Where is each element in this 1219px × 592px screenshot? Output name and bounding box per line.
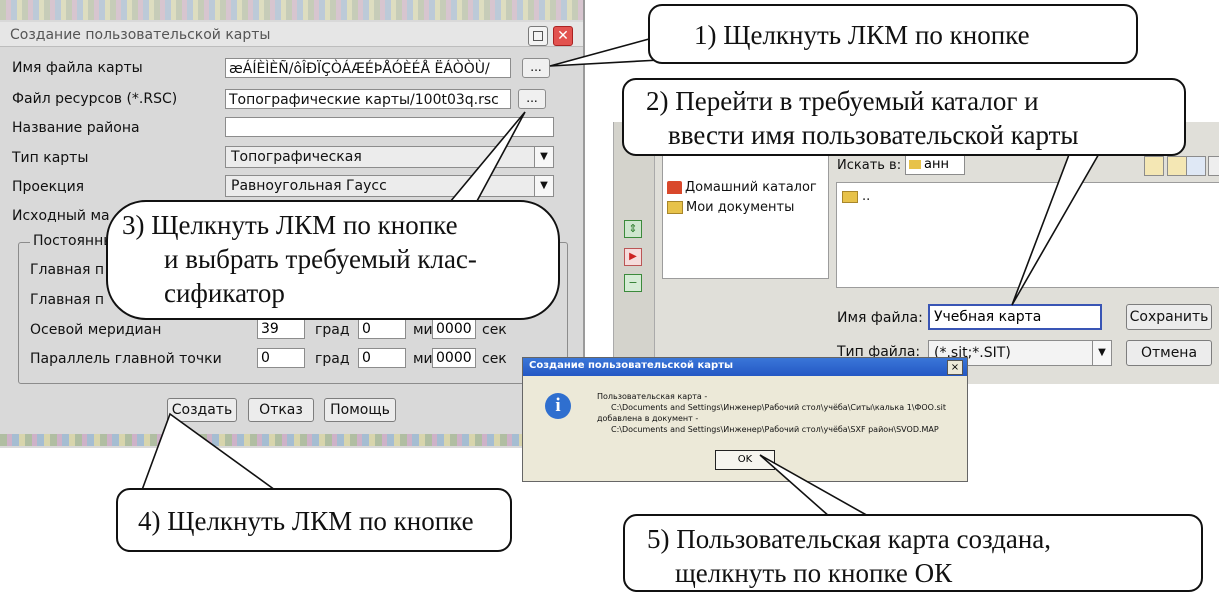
list-view-icon[interactable] [1186,156,1206,176]
cancel-button[interactable]: Отмена [1126,340,1212,366]
callout-step-3: 3) Щелкнуть ЛКМ по кнопке и выбрать треб… [106,200,560,320]
resource-file-field[interactable]: Топографические карты/100t03q.rsc [225,89,511,109]
map-filename-label: Имя файла карты [12,60,143,76]
parallel-deg-field[interactable]: 0 [257,348,305,368]
places-panel: Домашний каталог Мои документы [662,152,829,279]
parallel-min-field[interactable]: 0 [358,348,406,368]
chevron-down-icon[interactable]: ▼ [534,147,553,167]
detail-view-icon[interactable] [1208,156,1219,176]
central-meridian-label: Осевой меридиан [30,322,162,338]
message-line-1: Пользовательская карта - [597,392,708,401]
deg-unit: град [315,351,350,367]
callout-4-text: 4) Щелкнуть ЛКМ по кнопке [138,506,474,536]
browse-resource-button[interactable]: ... [518,89,546,109]
place-documents[interactable]: Мои документы [667,200,794,215]
callout-5-line-2: щелкнуть по кнопке ОК [675,558,953,588]
folder-icon [909,160,921,169]
minus-icon[interactable]: − [624,274,642,292]
list-item-label: .. [862,189,871,204]
map-type-select[interactable]: Топографическая ▼ [225,146,554,168]
place-home-label: Домашний каталог [685,180,817,195]
region-name-field[interactable] [225,117,554,137]
callout-2-line-2: ввести имя пользовательской карты [668,120,1079,150]
param-label-2: Главная п [30,292,105,308]
sec-unit: сек [482,322,507,338]
save-button[interactable]: Сохранить [1126,304,1212,330]
main-point-parallel-label: Параллель главной точки [30,351,222,367]
message-title: Создание пользовательской карты [529,360,734,371]
folder-icon [842,190,858,203]
callout-1-text: 1) Щелкнуть ЛКМ по кнопке [694,20,1030,50]
deg-unit: град [315,322,350,338]
place-home[interactable]: Домашний каталог [667,180,817,195]
play-icon[interactable]: ▶ [624,248,642,266]
map-filename-field[interactable]: æÁÍÈÌÈÑ/ôÎÐÏÇÒÁÆÉÞÅÓÈÉÅ ËÁÒÒÙ/ [225,58,511,78]
map-type-value: Топографическая [231,149,362,165]
browse-map-button[interactable]: ... [522,58,550,78]
documents-folder-icon [667,201,683,214]
callout-step-2: 2) Перейти в требуемый каталог и ввести … [622,78,1186,156]
chevron-down-icon[interactable]: ▼ [534,176,553,196]
close-icon[interactable]: ✕ [553,26,573,46]
projection-value: Равноугольная Гаусс [231,178,387,194]
list-item[interactable]: .. [842,189,870,204]
background-map-strip [0,0,583,20]
filename-label: Имя файла: [837,310,923,326]
callout-5-line-1: 5) Пользовательская карта создана, [647,524,1052,554]
chevron-down-icon[interactable]: ▼ [1092,341,1111,365]
parallel-sec-field[interactable]: 0000 [432,348,476,368]
callout-3-line-2: и выбрать требуемый клас- [164,244,477,274]
resource-file-label: Файл ресурсов (*.RSC) [12,91,178,107]
cancel-button[interactable]: Отказ [248,398,314,422]
message-line-2: C:\Documents and Settings\Инженер\Рабочи… [611,403,947,412]
lookin-value: анн [924,157,949,172]
close-icon[interactable]: × [947,360,963,375]
projection-select[interactable]: Равноугольная Гаусс ▼ [225,175,554,197]
callout-step-1: 1) Щелкнуть ЛКМ по кнопке [648,4,1138,64]
meridian-deg-field[interactable]: 39 [257,319,305,339]
up-folder-icon[interactable] [1167,156,1187,176]
restore-icon[interactable] [528,26,548,46]
dialog-title: Создание пользовательской карты [10,27,271,43]
home-folder-icon [667,181,682,194]
help-button[interactable]: Помощь [324,398,396,422]
projection-label: Проекция [12,179,85,195]
message-line-3: добавлена в документ - [597,414,699,423]
message-dialog: Создание пользовательской карты × i Поль… [522,357,968,482]
message-line-4: C:\Documents and Settings\Инженер\Рабочи… [611,425,939,434]
save-file-dialog: ⇕ ▶ − Домашний каталог Мои документы Иск… [613,122,1219,384]
create-button[interactable]: Создать [167,398,237,422]
region-name-label: Название района [12,120,140,136]
lookin-select[interactable]: анн [905,155,965,175]
place-documents-label: Мои документы [686,200,795,215]
callout-2-line-1: 2) Перейти в требуемый каталог и [646,86,1039,116]
source-material-label: Исходный ма [12,208,110,224]
constants-group-label: Постоянны [30,233,118,249]
sec-unit: сек [482,351,507,367]
message-body: Пользовательская карта - C:\Documents an… [597,391,946,435]
callout-step-4: 4) Щелкнуть ЛКМ по кнопке [116,488,512,552]
new-folder-icon[interactable] [1144,156,1164,176]
meridian-min-field[interactable]: 0 [358,319,406,339]
green-nav-icon[interactable]: ⇕ [624,220,642,238]
map-type-label: Тип карты [12,150,89,166]
callout-3-line-1: 3) Щелкнуть ЛКМ по кнопке [122,210,458,240]
filename-input[interactable]: Учебная карта [928,304,1102,330]
file-list[interactable]: .. [836,182,1219,288]
callout-3-line-3: сификатор [164,278,285,308]
callout-step-5: 5) Пользовательская карта создана, щелкн… [623,514,1203,592]
meridian-sec-field[interactable]: 0000 [432,319,476,339]
background-map-strip [0,434,583,446]
ok-button[interactable]: OK [715,450,775,470]
info-icon: i [545,393,571,419]
param-label-1: Главная п [30,262,105,278]
lookin-label: Искать в: [837,158,902,173]
